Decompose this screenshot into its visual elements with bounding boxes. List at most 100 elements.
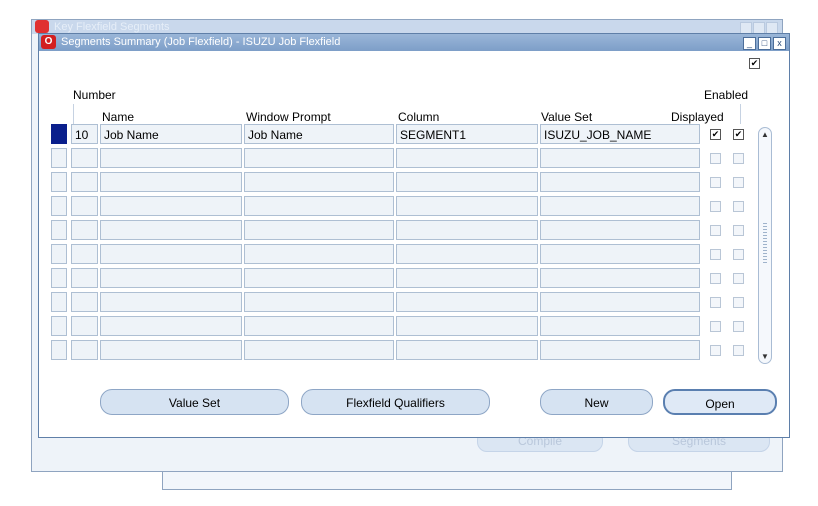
enabled-checkbox[interactable] <box>733 201 744 212</box>
window-prompt-field[interactable] <box>244 244 394 264</box>
column-field[interactable] <box>396 220 538 240</box>
column-field[interactable]: SEGMENT1 <box>396 124 538 144</box>
displayed-checkbox[interactable] <box>710 201 721 212</box>
row-selector[interactable] <box>51 316 67 336</box>
enabled-checkbox[interactable] <box>733 225 744 236</box>
number-field[interactable] <box>71 316 98 336</box>
name-field[interactable] <box>100 340 242 360</box>
row-selector[interactable] <box>51 268 67 288</box>
enabled-header-bracket <box>740 104 741 124</box>
row-selector[interactable] <box>51 196 67 216</box>
table-row <box>51 268 751 290</box>
maximize-icon[interactable]: □ <box>758 37 771 50</box>
window-prompt-field[interactable] <box>244 148 394 168</box>
number-field[interactable] <box>71 172 98 192</box>
displayed-checkbox[interactable] <box>710 273 721 284</box>
name-field[interactable] <box>100 244 242 264</box>
enabled-checkbox[interactable] <box>733 297 744 308</box>
minimize-icon[interactable]: _ <box>743 37 756 50</box>
name-field[interactable]: Job Name <box>100 124 242 144</box>
name-field[interactable] <box>100 316 242 336</box>
displayed-checkbox[interactable] <box>710 297 721 308</box>
displayed-checkbox[interactable]: ✔ <box>710 129 721 140</box>
table-row: 10 Job Name Job Name SEGMENT1 ISUZU_JOB_NAME… <box>51 124 751 146</box>
close-icon[interactable]: x <box>773 37 786 50</box>
scroll-up-arrow-icon[interactable]: ▲ <box>761 130 769 139</box>
number-field[interactable] <box>71 148 98 168</box>
column-field[interactable] <box>396 268 538 288</box>
scrollbar-grip[interactable] <box>763 223 767 263</box>
enabled-checkbox[interactable] <box>733 345 744 356</box>
window-title-bar[interactable]: O Segments Summary (Job Flexfield) - ISU… <box>39 34 789 51</box>
displayed-checkbox[interactable] <box>710 345 721 356</box>
name-field[interactable] <box>100 268 242 288</box>
row-selector[interactable] <box>51 340 67 360</box>
open-button[interactable]: Open <box>663 389 777 415</box>
row-selector[interactable] <box>51 172 67 192</box>
column-field[interactable] <box>396 340 538 360</box>
displayed-checkbox[interactable] <box>710 321 721 332</box>
value-set-field[interactable] <box>540 172 700 192</box>
window-prompt-field[interactable] <box>244 268 394 288</box>
window-prompt-field[interactable] <box>244 340 394 360</box>
flexfield-qualifiers-button[interactable]: Flexfield Qualifiers <box>301 389 490 415</box>
window-prompt-field[interactable] <box>244 220 394 240</box>
column-field[interactable] <box>396 196 538 216</box>
new-button[interactable]: New <box>540 389 653 415</box>
value-set-field[interactable] <box>540 148 700 168</box>
value-set-button[interactable]: Value Set <box>100 389 289 415</box>
value-set-field[interactable] <box>540 340 700 360</box>
number-field[interactable] <box>71 220 98 240</box>
name-field[interactable] <box>100 220 242 240</box>
column-field[interactable] <box>396 292 538 312</box>
value-set-field[interactable] <box>540 196 700 216</box>
row-selector[interactable] <box>51 292 67 312</box>
background-window-title: Key Flexfield Segments <box>32 20 782 34</box>
number-field[interactable] <box>71 244 98 264</box>
row-selector[interactable] <box>51 124 67 144</box>
column-field[interactable] <box>396 244 538 264</box>
number-field[interactable] <box>71 340 98 360</box>
enabled-checkbox[interactable] <box>733 273 744 284</box>
value-set-field[interactable] <box>540 220 700 240</box>
column-field[interactable] <box>396 148 538 168</box>
value-set-field[interactable] <box>540 292 700 312</box>
value-set-field[interactable] <box>540 268 700 288</box>
value-set-field[interactable] <box>540 316 700 336</box>
enabled-checkbox[interactable] <box>733 249 744 260</box>
number-field[interactable] <box>71 292 98 312</box>
window-prompt-field[interactable] <box>244 196 394 216</box>
vertical-scrollbar[interactable]: ▲ ▼ <box>758 127 772 364</box>
row-selector[interactable] <box>51 244 67 264</box>
row-selector[interactable] <box>51 220 67 240</box>
segments-summary-window: O Segments Summary (Job Flexfield) - ISU… <box>38 33 790 438</box>
block-checkbox[interactable]: ✔ <box>749 58 760 69</box>
name-field[interactable] <box>100 196 242 216</box>
number-field[interactable]: 10 <box>71 124 98 144</box>
column-field[interactable] <box>396 316 538 336</box>
table-row <box>51 172 751 194</box>
window-prompt-field[interactable] <box>244 316 394 336</box>
value-set-field[interactable] <box>540 244 700 264</box>
displayed-checkbox[interactable] <box>710 177 721 188</box>
name-field[interactable] <box>100 292 242 312</box>
enabled-checkbox[interactable] <box>733 321 744 332</box>
displayed-checkbox[interactable] <box>710 249 721 260</box>
table-row <box>51 220 751 242</box>
name-field[interactable] <box>100 148 242 168</box>
scroll-down-arrow-icon[interactable]: ▼ <box>761 352 769 361</box>
window-prompt-field[interactable]: Job Name <box>244 124 394 144</box>
number-field[interactable] <box>71 268 98 288</box>
column-field[interactable] <box>396 172 538 192</box>
enabled-checkbox[interactable] <box>733 177 744 188</box>
displayed-checkbox[interactable] <box>710 153 721 164</box>
row-selector[interactable] <box>51 148 67 168</box>
enabled-checkbox[interactable]: ✔ <box>733 129 744 140</box>
name-field[interactable] <box>100 172 242 192</box>
value-set-field[interactable]: ISUZU_JOB_NAME <box>540 124 700 144</box>
window-prompt-field[interactable] <box>244 292 394 312</box>
window-prompt-field[interactable] <box>244 172 394 192</box>
enabled-checkbox[interactable] <box>733 153 744 164</box>
number-field[interactable] <box>71 196 98 216</box>
displayed-checkbox[interactable] <box>710 225 721 236</box>
